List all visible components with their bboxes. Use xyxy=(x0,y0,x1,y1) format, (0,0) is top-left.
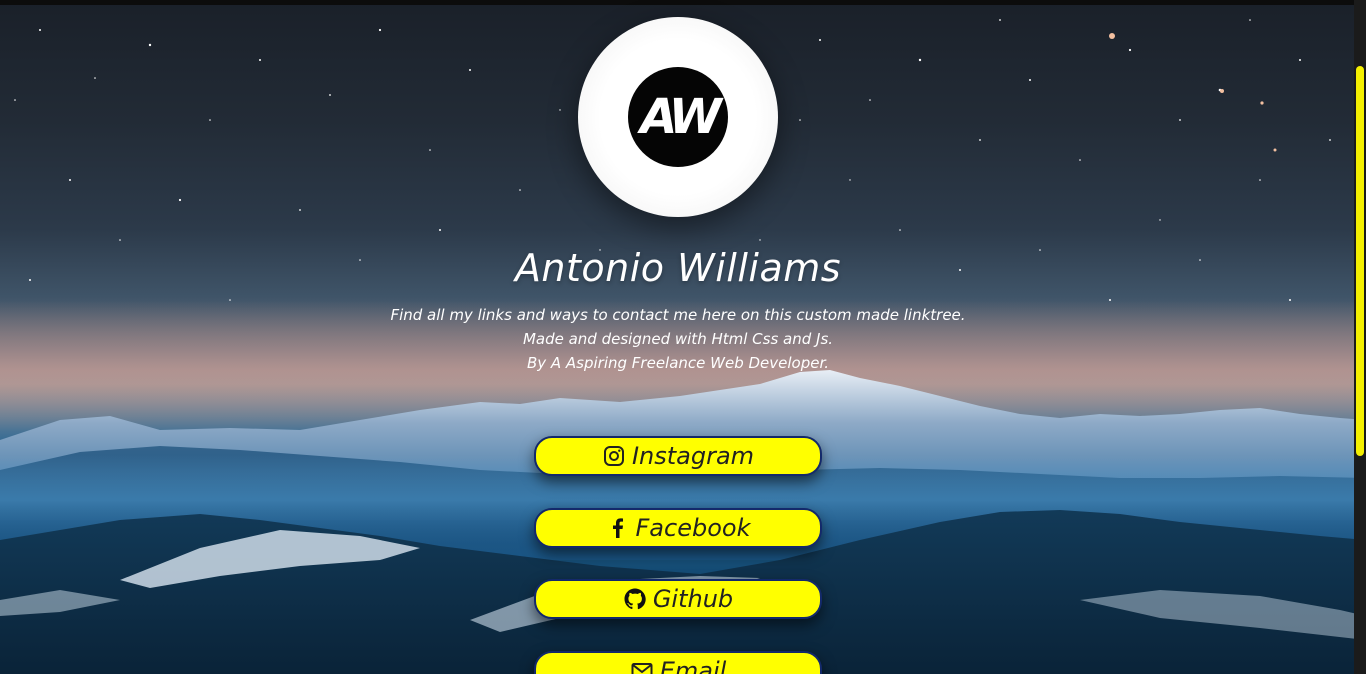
aw-logo-icon: AW xyxy=(628,67,728,167)
email-link-label: Email xyxy=(659,657,727,674)
instagram-icon xyxy=(602,444,626,468)
facebook-link-label: Facebook xyxy=(635,514,751,542)
profile-avatar: AW xyxy=(578,17,778,217)
profile-bio: Find all my links and ways to contact me… xyxy=(283,303,1073,375)
email-link-button[interactable]: Email xyxy=(534,651,822,674)
github-link-button[interactable]: Github xyxy=(534,579,822,619)
page-scrollbar[interactable] xyxy=(1354,0,1366,674)
instagram-link-button[interactable]: Instagram xyxy=(534,436,822,476)
bio-line: Made and designed with Html Css and Js. xyxy=(522,330,834,348)
svg-text:AW: AW xyxy=(636,89,724,145)
facebook-link-button[interactable]: Facebook xyxy=(534,508,822,548)
scrollbar-thumb[interactable] xyxy=(1356,66,1364,456)
facebook-icon xyxy=(606,516,630,540)
bio-line: Find all my links and ways to contact me… xyxy=(390,306,966,324)
instagram-link-label: Instagram xyxy=(631,442,755,470)
page: AW Antonio Williams Find all my links an… xyxy=(0,0,1366,674)
email-icon xyxy=(630,659,654,674)
bio-line: By A Aspiring Freelance Web Developer. xyxy=(526,354,830,372)
github-icon xyxy=(623,587,647,611)
github-link-label: Github xyxy=(652,585,734,613)
profile-name: Antonio Williams xyxy=(514,246,842,290)
